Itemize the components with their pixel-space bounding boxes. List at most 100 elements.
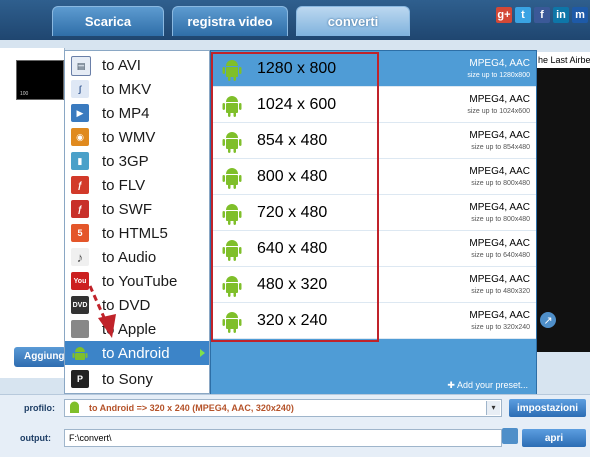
chevron-down-icon[interactable]: ▾ <box>486 401 500 415</box>
tab-scarica[interactable]: Scarica <box>52 6 164 36</box>
bottom-panel: profilo: to Android => 320 x 240 (MPEG4,… <box>0 394 590 457</box>
menu-item-label: to MP4 <box>102 104 150 122</box>
preview-panel <box>536 52 590 352</box>
output-field[interactable]: F:\convert\ <box>64 429 502 447</box>
preset-row[interactable]: 1280 x 800 MPEG4, AAC size up to 1280x80… <box>211 51 536 87</box>
menu-item-label: to Sony <box>102 370 153 388</box>
folder-icon[interactable] <box>502 428 518 444</box>
preset-size: size up to 854x480 <box>471 144 530 151</box>
add-preset-label: Add your preset... <box>456 380 528 390</box>
preset-size: size up to 800x480 <box>471 216 530 223</box>
menu-item-mp4[interactable]: ▶ to MP4 <box>65 101 209 125</box>
preset-resolution: 1024 x 600 <box>257 96 337 113</box>
preset-resolution: 480 x 320 <box>257 276 328 293</box>
menu-item-label: to WMV <box>102 128 156 146</box>
settings-button[interactable]: impostazioni <box>509 399 586 417</box>
android-icon <box>222 312 242 333</box>
android-icon <box>70 401 79 413</box>
preset-resolution: 720 x 480 <box>257 204 328 221</box>
html5-icon: 5 <box>71 224 89 242</box>
menu-item-wmv[interactable]: ◉ to WMV <box>65 125 209 149</box>
preset-list: 1280 x 800 MPEG4, AAC size up to 1280x80… <box>210 50 537 394</box>
menu-item-label: to Audio <box>102 248 157 266</box>
android-icon <box>71 344 89 362</box>
android-icon <box>222 132 242 153</box>
menu-item-3gp[interactable]: ▮ to 3GP <box>65 149 209 173</box>
menu-item-sony[interactable]: P to Sony <box>65 367 209 391</box>
preset-size: size up to 320x240 <box>471 324 530 331</box>
menu-item-label: to MKV <box>102 80 152 98</box>
preset-codec: MPEG4, AAC <box>469 310 530 321</box>
preset-resolution: 800 x 480 <box>257 168 328 185</box>
add-button[interactable]: Aggiunge <box>14 347 66 367</box>
android-icon <box>222 60 242 81</box>
facebook-icon[interactable]: f <box>534 7 550 23</box>
preset-row[interactable]: 854 x 480 MPEG4, AAC size up to 854x480 <box>211 123 536 159</box>
wmv-file-icon: ◉ <box>71 128 89 146</box>
menu-item-label: to HTML5 <box>102 224 168 242</box>
video-thumbnail[interactable]: 100 <box>16 60 64 100</box>
preset-resolution: 1280 x 800 <box>257 60 337 77</box>
preset-row[interactable]: 800 x 480 MPEG4, AAC size up to 800x480 <box>211 159 536 195</box>
android-icon <box>222 96 242 117</box>
tab-converti[interactable]: converti <box>296 6 410 36</box>
preset-codec: MPEG4, AAC <box>469 166 530 177</box>
3gp-file-icon: ▮ <box>71 152 89 170</box>
avi-file-icon: ▤ <box>71 56 91 76</box>
output-label: output: <box>20 433 51 443</box>
menu-item-label: to SWF <box>102 200 153 218</box>
menu-item-flv[interactable]: ƒ to FLV <box>65 173 209 197</box>
preset-row[interactable]: 1024 x 600 MPEG4, AAC size up to 1024x60… <box>211 87 536 123</box>
mp4-file-icon: ▶ <box>71 104 89 122</box>
menu-item-audio[interactable]: ♪ to Audio <box>65 245 209 269</box>
preset-codec: MPEG4, AAC <box>469 58 530 69</box>
preset-size: size up to 1280x800 <box>467 72 530 79</box>
preset-size: size up to 640x480 <box>471 252 530 259</box>
preset-row[interactable]: 720 x 480 MPEG4, AAC size up to 800x480 <box>211 195 536 231</box>
android-icon <box>222 276 242 297</box>
swf-file-icon: ƒ <box>71 200 89 218</box>
menu-item-mkv[interactable]: ∫ to MKV <box>65 77 209 101</box>
mkv-file-icon: ∫ <box>71 80 89 98</box>
menu-item-label: to 3GP <box>102 152 149 170</box>
preset-resolution: 854 x 480 <box>257 132 328 149</box>
profile-value: to Android => 320 x 240 (MPEG4, AAC, 320… <box>89 403 294 413</box>
plus-icon: ✚ <box>447 380 457 390</box>
menu-item-android[interactable]: to Android <box>65 341 209 365</box>
menu-item-avi[interactable]: ▤ to AVI <box>65 53 209 77</box>
preset-codec: MPEG4, AAC <box>469 274 530 285</box>
format-menu: ▤ to AVI ∫ to MKV ▶ to MP4 ◉ to WMV ▮ to… <box>64 50 210 394</box>
preset-codec: MPEG4, AAC <box>469 238 530 249</box>
submenu-arrow-icon <box>200 349 205 357</box>
add-preset-link[interactable]: ✚ Add your preset... <box>211 376 536 394</box>
menu-item-label: to FLV <box>102 176 146 194</box>
preset-codec: MPEG4, AAC <box>469 94 530 105</box>
preset-codec: MPEG4, AAC <box>469 130 530 141</box>
preset-resolution: 640 x 480 <box>257 240 328 257</box>
twitter-icon[interactable]: t <box>515 7 531 23</box>
top-bar: Scarica registra video converti g+ t f i… <box>0 0 590 40</box>
preset-size: size up to 800x480 <box>471 180 530 187</box>
preset-row[interactable]: 320 x 240 MPEG4, AAC size up to 320x240 <box>211 303 536 339</box>
preset-row[interactable]: 480 x 320 MPEG4, AAC size up to 480x320 <box>211 267 536 303</box>
file-title: he Last Airber <box>536 52 590 68</box>
android-icon <box>222 168 242 189</box>
menu-item-swf[interactable]: ƒ to SWF <box>65 197 209 221</box>
linkedin-icon[interactable]: in <box>553 7 569 23</box>
preset-size: size up to 480x320 <box>471 288 530 295</box>
annotation-arrow <box>88 285 116 338</box>
profile-label: profilo: <box>24 403 55 413</box>
menu-item-html5[interactable]: 5 to HTML5 <box>65 221 209 245</box>
tab-registra-video[interactable]: registra video <box>172 6 288 36</box>
preset-row[interactable]: 640 x 480 MPEG4, AAC size up to 640x480 <box>211 231 536 267</box>
google-plus-icon[interactable]: g+ <box>496 7 512 23</box>
thumb-caption: 100 <box>20 91 29 97</box>
myspace-icon[interactable]: m <box>572 7 588 23</box>
menu-item-label: to Android <box>102 344 170 362</box>
menu-item-label: to AVI <box>102 56 141 74</box>
open-button[interactable]: apri <box>522 429 586 447</box>
profile-select[interactable]: to Android => 320 x 240 (MPEG4, AAC, 320… <box>64 399 502 417</box>
preset-size: size up to 1024x600 <box>467 108 530 115</box>
arrow-circle-icon[interactable]: ↗ <box>540 312 556 328</box>
playstation-icon: P <box>71 370 89 388</box>
